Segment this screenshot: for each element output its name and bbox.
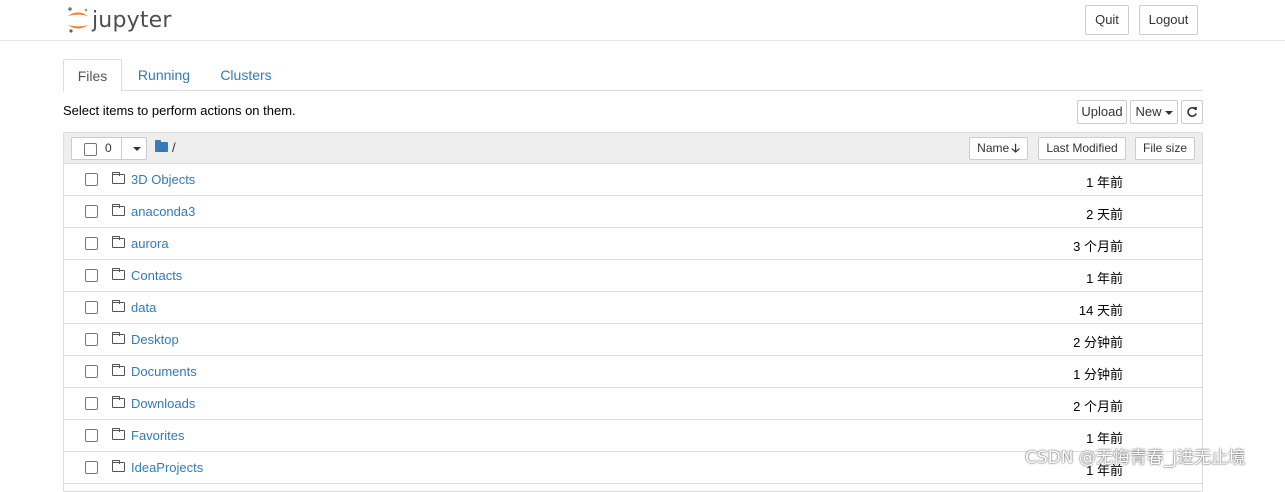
selected-count: 0 [105, 141, 112, 155]
folder-icon [112, 204, 125, 216]
item-name-link[interactable]: Documents [131, 364, 197, 379]
item-checkbox[interactable] [85, 205, 98, 218]
sort-name-label: Name [977, 141, 1010, 155]
logo-text: jupyter [92, 7, 172, 33]
list-item[interactable]: Downloads 2 个月前 [64, 388, 1202, 420]
item-modified: 14 天前 [1078, 303, 1123, 318]
list-item[interactable]: anaconda3 2 天前 [64, 196, 1202, 228]
tab-bar: Files Running Clusters [63, 59, 1203, 92]
select-all-dropdown[interactable]: 0 [71, 137, 147, 160]
item-name-link[interactable]: Favorites [131, 428, 184, 443]
select-all-checkbox[interactable] [84, 143, 97, 156]
folder-icon [112, 236, 125, 248]
new-button-label: New [1135, 104, 1162, 119]
logout-button[interactable]: Logout [1139, 5, 1198, 35]
item-name-link[interactable]: aurora [131, 236, 169, 251]
item-checkbox[interactable] [85, 429, 98, 442]
item-name-link[interactable]: data [131, 300, 156, 315]
folder-home-icon[interactable] [155, 140, 168, 152]
sort-by-name-button[interactable]: Name 🡣 [969, 137, 1028, 160]
item-modified: 1 年前 [1086, 175, 1123, 190]
item-modified: 3 个月前 [1073, 239, 1123, 254]
item-name-link[interactable]: Desktop [131, 332, 179, 347]
folder-icon [112, 364, 125, 376]
caret-down-icon[interactable] [133, 147, 141, 151]
file-list-header: 0 / Name 🡣 Last Modified File size [64, 133, 1202, 164]
jupyter-logo[interactable]: jupyter [66, 5, 172, 35]
item-name-link[interactable]: 3D Objects [131, 172, 195, 187]
folder-icon [112, 428, 125, 440]
list-item[interactable]: Desktop 2 分钟前 [64, 324, 1202, 356]
item-name-link[interactable]: anaconda3 [131, 204, 195, 219]
tab-files[interactable]: Files [63, 59, 122, 92]
list-item[interactable]: aurora 3 个月前 [64, 228, 1202, 260]
item-checkbox[interactable] [85, 269, 98, 282]
item-modified: 2 天前 [1086, 207, 1123, 222]
item-name-link[interactable]: IdeaProjects [131, 460, 203, 475]
item-checkbox[interactable] [85, 333, 98, 346]
top-header: jupyter Quit Logout [0, 0, 1285, 41]
item-checkbox[interactable] [85, 461, 98, 474]
list-item[interactable]: Contacts 1 年前 [64, 260, 1202, 292]
item-checkbox[interactable] [85, 237, 98, 250]
item-name-link[interactable]: Contacts [131, 268, 182, 283]
tab-running[interactable]: Running [129, 59, 199, 91]
breadcrumb[interactable]: / [172, 140, 176, 155]
folder-icon [112, 332, 125, 344]
list-item[interactable]: 3D Objects 1 年前 [64, 164, 1202, 196]
item-modified: 1 分钟前 [1073, 367, 1123, 382]
folder-icon [112, 268, 125, 280]
sort-by-last-modified-button[interactable]: Last Modified [1038, 137, 1126, 160]
divider [121, 138, 122, 159]
item-checkbox[interactable] [85, 301, 98, 314]
list-item[interactable]: Documents 1 分钟前 [64, 356, 1202, 388]
item-modified: 1 年前 [1086, 271, 1123, 286]
caret-down-icon [1164, 110, 1173, 115]
sort-by-file-size-button[interactable]: File size [1135, 137, 1195, 160]
item-name-link[interactable]: Downloads [131, 396, 195, 411]
list-item[interactable]: data 14 天前 [64, 292, 1202, 324]
folder-icon [112, 460, 125, 472]
item-checkbox[interactable] [85, 173, 98, 186]
folder-icon [112, 396, 125, 408]
upload-button[interactable]: Upload [1077, 100, 1127, 124]
folder-icon [112, 172, 125, 184]
jupyter-logo-icon [68, 7, 88, 33]
item-modified: 2 分钟前 [1073, 335, 1123, 350]
quit-button[interactable]: Quit [1085, 5, 1129, 35]
file-list: 0 / Name 🡣 Last Modified File size 3D Obj… [63, 132, 1203, 492]
arrow-down-icon: 🡣 [1011, 141, 1020, 155]
instruction-text: Select items to perform actions on them. [63, 103, 296, 118]
refresh-button[interactable] [1181, 100, 1203, 124]
tab-clusters[interactable]: Clusters [211, 59, 281, 91]
refresh-icon [1187, 106, 1197, 117]
new-button[interactable]: New [1130, 100, 1178, 124]
item-modified: 2 个月前 [1073, 399, 1123, 414]
item-checkbox[interactable] [85, 365, 98, 378]
folder-icon [112, 300, 125, 312]
item-checkbox[interactable] [85, 397, 98, 410]
csdn-watermark: CSDN @无悔青春_j进无止境 [1025, 448, 1246, 468]
